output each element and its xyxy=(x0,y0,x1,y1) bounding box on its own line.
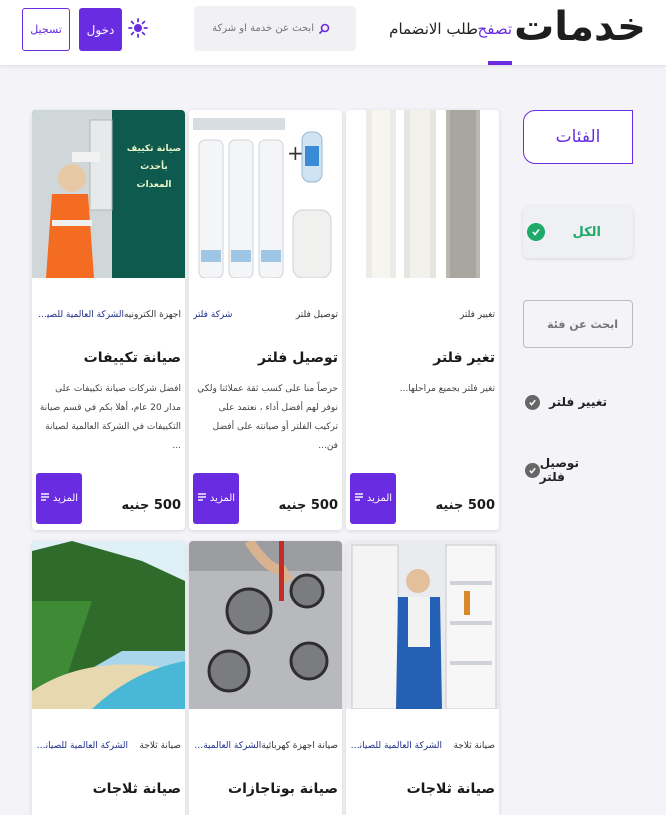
card-title[interactable]: تغير فلتر xyxy=(433,350,495,366)
card-title[interactable]: صيانة ثلاجات xyxy=(93,781,181,797)
card-price: 500 جنيه xyxy=(121,498,181,513)
card-tags: صيانة اجهزة كهربائية الشركة العالمية للص… xyxy=(193,741,338,759)
card-company[interactable]: الشركة العالمية للصيانة 2... xyxy=(36,741,128,759)
svg-text:+: + xyxy=(287,141,304,165)
category-search-input[interactable] xyxy=(528,317,618,331)
service-image: صيانة تكييف بأحدث المعدات xyxy=(32,110,185,278)
card-tags: اجهزة الكترونيه الشركة العالمية للصيانة … xyxy=(36,310,181,328)
card-category[interactable]: صيانة ثلاجة xyxy=(453,741,495,759)
top-header: خدمات تصفح طلب الانضمام دخول xyxy=(0,0,666,66)
category-all-label: الكل xyxy=(572,224,601,240)
service-card[interactable]: صيانة اجهزة كهربائية الشركة العالمية لل ص… xyxy=(189,541,342,815)
more-button[interactable]: المزيد xyxy=(36,473,82,524)
nav-active-indicator xyxy=(488,61,512,65)
list-icon xyxy=(40,492,50,505)
card-title[interactable]: توصيل فلتر xyxy=(258,350,338,366)
card-category[interactable]: صيانة اجهزة كهربائية xyxy=(261,741,338,759)
card-description: افضل شركات صيانة تكييفات على مدار 20 عام… xyxy=(39,384,181,451)
more-button[interactable]: المزيد xyxy=(193,473,239,524)
header-search-box[interactable] xyxy=(194,6,356,51)
nav-browse-link[interactable]: تصفح xyxy=(478,20,512,38)
card-company[interactable]: الشركة العالمية للصيانة 2... xyxy=(193,741,261,759)
more-button[interactable]: المزيد xyxy=(350,473,396,524)
category-item-filter-change[interactable]: تغيير فلتر xyxy=(525,384,635,420)
list-icon xyxy=(354,492,364,505)
card-category[interactable]: صيانة ثلاجة xyxy=(139,741,181,759)
card-company[interactable]: الشركة العالمية للصيانة 2... xyxy=(36,310,124,328)
service-image: + xyxy=(189,110,342,278)
card-tags: توصيل فلتر شركة فلتر xyxy=(193,310,338,328)
service-card[interactable]: صيانة ثلاجة الشركة العالمية للصيانة 2...… xyxy=(346,541,499,815)
card-company[interactable]: شركة فلتر xyxy=(193,310,232,328)
theme-toggle-sun-icon[interactable] xyxy=(128,18,148,38)
card-title[interactable]: صيانة ثلاجات xyxy=(407,781,495,797)
card-title[interactable]: صيانة تكييفات xyxy=(84,350,181,366)
card-title[interactable]: صيانة بوتاجازات xyxy=(228,781,338,797)
check-icon xyxy=(527,223,545,241)
category-item-label: تغيير فلتر xyxy=(549,395,607,409)
more-button-label: المزيد xyxy=(366,493,393,504)
more-button-label: المزيد xyxy=(209,493,236,504)
card-company[interactable]: الشركة العالمية للصيانة 2... xyxy=(350,741,442,759)
categories-heading: الفئات xyxy=(523,110,633,164)
category-search-box[interactable] xyxy=(523,300,633,348)
card-description: حرصاً منا على كسب ثقة عملائنا ولكي نوفر … xyxy=(197,384,338,451)
service-card[interactable]: صيانة تكييف بأحدث المعدات اجهزة الكتروني… xyxy=(32,110,185,530)
list-icon xyxy=(197,492,207,505)
header-search-input[interactable] xyxy=(194,23,314,34)
service-image xyxy=(189,541,342,709)
check-icon xyxy=(525,394,540,410)
service-image xyxy=(32,541,185,709)
category-item-label: توصيل فلتر xyxy=(539,456,579,484)
search-icon xyxy=(318,23,330,35)
card-category[interactable]: اجهزة الكترونيه xyxy=(124,310,181,328)
card-price: 500 جنيه xyxy=(435,498,495,513)
card-tags: تغيير فلتر xyxy=(350,310,495,328)
card-category[interactable]: تغيير فلتر xyxy=(460,310,495,328)
service-image xyxy=(346,110,499,278)
service-card[interactable]: تغيير فلتر تغير فلتر تغير فلتر بجميع مرا… xyxy=(346,110,499,530)
card-category[interactable]: توصيل فلتر xyxy=(296,310,338,328)
nav-join-link[interactable]: طلب الانضمام xyxy=(389,20,478,38)
card-description: تغير فلتر بجميع مراحلها... xyxy=(399,384,495,394)
service-card[interactable]: صيانة ثلاجة الشركة العالمية للصيانة 2...… xyxy=(32,541,185,815)
card-tags: صيانة ثلاجة الشركة العالمية للصيانة 2... xyxy=(36,741,181,759)
category-all[interactable]: الكل xyxy=(523,206,633,258)
more-button-label: المزيد xyxy=(52,493,79,504)
register-button[interactable]: تسجيل xyxy=(22,8,70,51)
service-card[interactable]: + توصيل فلتر شركة فلتر توصيل فلتر حرصاً … xyxy=(189,110,342,530)
service-image xyxy=(346,541,499,709)
promo-image-text: صيانة تكييف بأحدث المعدات xyxy=(126,144,182,190)
card-tags: صيانة ثلاجة الشركة العالمية للصيانة 2... xyxy=(350,741,495,759)
check-icon xyxy=(525,462,540,478)
site-logo[interactable]: خدمات xyxy=(514,4,647,50)
card-price: 500 جنيه xyxy=(278,498,338,513)
login-button[interactable]: دخول xyxy=(79,8,122,51)
category-item-filter-install[interactable]: توصيل فلتر xyxy=(525,452,635,488)
